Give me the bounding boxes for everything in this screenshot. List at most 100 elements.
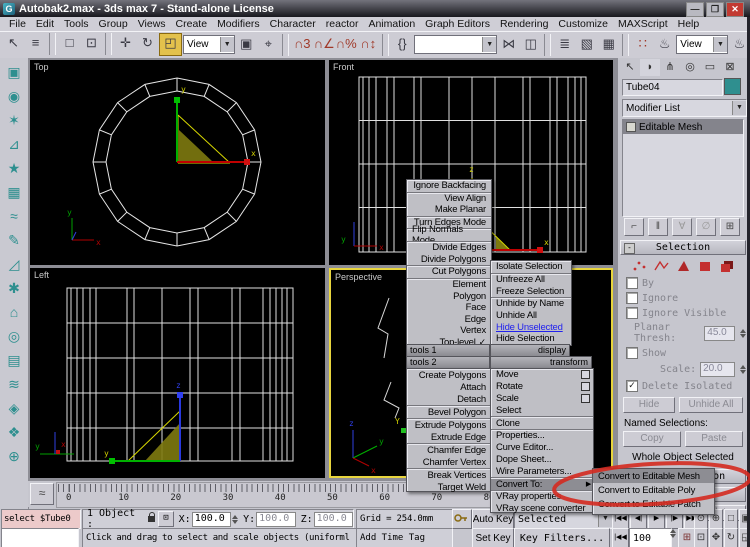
menu-item-group[interactable]: Group — [94, 18, 133, 30]
menu-item-break-vertices[interactable]: Break Vertices — [407, 468, 491, 481]
menu-item-unfreeze-all[interactable]: Unfreeze All — [491, 272, 571, 286]
tool-knot-icon[interactable]: ◈ — [3, 396, 25, 420]
menu-item-chamfer-edge[interactable]: Chamfer Edge — [407, 443, 491, 456]
menu-item-make-planar[interactable]: Make Planar — [407, 204, 491, 216]
restore-button[interactable]: ❐ — [706, 2, 724, 17]
arc-rotate-icon[interactable]: ↻ — [724, 528, 738, 547]
menu-item-properties[interactable]: Properties... — [491, 428, 593, 442]
tab-display-icon[interactable]: ▭ — [700, 59, 720, 76]
spinner-arrows[interactable] — [740, 328, 746, 338]
menu-item-character[interactable]: Character — [265, 18, 321, 30]
menu-item-select[interactable]: Select — [491, 404, 593, 416]
object-name-field[interactable]: Tube04 — [622, 79, 723, 96]
menu-item-convert-to-editable-poly[interactable]: Convert to Editable Poly — [593, 483, 714, 497]
select-scale-icon[interactable]: ◰ — [159, 33, 182, 56]
selection-lock-icon[interactable] — [147, 512, 156, 522]
menu-item-face[interactable]: Face — [407, 302, 491, 314]
pin-stack-icon[interactable]: ⌐ — [624, 218, 644, 236]
menu-item-unhide-by-name[interactable]: Unhide by Name — [491, 297, 571, 310]
ignore-visible-checkbox[interactable] — [626, 307, 638, 319]
tab-hierarchy-icon[interactable]: ⋔ — [660, 59, 680, 76]
modifier-stack[interactable]: Editable Mesh — [622, 119, 744, 217]
menu-item-file[interactable]: File — [4, 18, 31, 30]
schematic-view-icon[interactable]: ▦ — [598, 34, 619, 55]
tool-spray-icon[interactable]: ❖ — [3, 420, 25, 444]
maxscript-listener-line[interactable]: select $Tube0 — [1, 509, 81, 529]
menu-item-divide-edges[interactable]: Divide Edges — [407, 240, 491, 254]
menu-item-vray-properties[interactable]: VRay properties — [491, 489, 593, 503]
tab-motion-icon[interactable]: ◎ — [680, 59, 700, 76]
menu-item-flip-normals-mode[interactable]: Flip Normals Mode — [407, 224, 491, 246]
tool-knife-icon[interactable]: ✎ — [3, 228, 25, 252]
make-unique-icon[interactable]: ∀ — [672, 218, 692, 236]
delete-isolated-checkbox[interactable]: ✓ — [626, 380, 638, 392]
menu-item-ignore-backfacing[interactable]: Ignore Backfacing — [407, 180, 491, 192]
scale-field[interactable]: 20.0 — [700, 362, 735, 377]
mini-curve-editor-button[interactable]: ≈ — [30, 483, 54, 505]
tab-create-icon[interactable]: ↖ — [620, 59, 640, 76]
menu-item-vertex[interactable]: Vertex — [407, 325, 491, 337]
menu-item-edit[interactable]: Edit — [31, 18, 59, 30]
menu-item-maxscript[interactable]: MAXScript — [613, 18, 673, 30]
align-icon[interactable]: ◫ — [520, 34, 541, 55]
y-coordinate-field[interactable]: 100.0 — [256, 511, 296, 527]
object-color-swatch[interactable] — [724, 78, 741, 95]
menu-item-convert-to-editable-mesh[interactable]: Convert to Editable Mesh — [593, 469, 714, 484]
select-object-icon[interactable]: ↖ — [3, 33, 24, 54]
named-selection-dropdown[interactable]: ▼ — [413, 35, 498, 54]
menu-item-divide-polygons[interactable]: Divide Polygons — [407, 254, 491, 266]
spinner-arrows[interactable] — [740, 365, 746, 374]
settings-box-icon[interactable] — [581, 370, 590, 380]
curve-editor-icon[interactable]: ▧ — [576, 34, 597, 55]
menu-item-polygon[interactable]: Polygon — [407, 290, 491, 302]
tool-figure-icon[interactable]: ⊕ — [3, 444, 25, 468]
minimize-button[interactable]: — — [686, 2, 704, 17]
menu-item-rendering[interactable]: Rendering — [495, 18, 553, 30]
face-mode-icon[interactable] — [676, 260, 691, 272]
configure-modifier-sets-icon[interactable]: ⊞ — [720, 218, 740, 236]
tool-waves-icon[interactable]: ≋ — [3, 372, 25, 396]
menu-item-views[interactable]: Views — [133, 18, 171, 30]
tool-checker-icon[interactable]: ▦ — [3, 180, 25, 204]
settings-box-icon[interactable] — [581, 393, 590, 403]
tool-shirt-icon[interactable]: ◉ — [3, 84, 25, 108]
viewport-top-label[interactable]: Top — [34, 62, 49, 72]
menu-item-unhide-all[interactable]: Unhide All — [491, 310, 571, 322]
rect-selection-region-icon[interactable]: □ — [59, 33, 80, 54]
z-coordinate-field[interactable]: 100.0 — [313, 511, 354, 527]
pan-icon[interactable]: ✥ — [709, 528, 723, 547]
snap-toggle-3d-icon[interactable]: ∩3 — [292, 34, 313, 55]
menu-item-move[interactable]: Move — [491, 369, 593, 381]
menu-item-graph-editors[interactable]: Graph Editors — [420, 18, 495, 30]
polygon-mode-icon[interactable] — [698, 260, 713, 272]
menu-item-hide-unselected[interactable]: Hide Unselected — [491, 321, 571, 333]
menu-item-create-polygons[interactable]: Create Polygons — [407, 369, 491, 381]
tool-cubes-icon[interactable]: ▣ — [3, 60, 25, 84]
menu-item-wire-parameters[interactable]: Wire Parameters... — [491, 465, 593, 477]
menu-item-target-weld[interactable]: Target Weld — [407, 481, 491, 493]
pivot-center-icon[interactable]: ▣ — [236, 34, 257, 55]
unhide-all-button[interactable]: Unhide All — [679, 397, 743, 413]
menu-item-bevel-polygon[interactable]: Bevel Polygon — [407, 405, 491, 418]
material-editor-icon[interactable]: ∷ — [632, 34, 653, 55]
tool-spring-icon[interactable]: ≈ — [3, 204, 25, 228]
menu-item-cut-polygons[interactable]: Cut Polygons — [407, 265, 491, 278]
selection-rollout-header[interactable]: - Selection — [620, 240, 746, 255]
render-scene-icon[interactable]: ♨ — [654, 34, 675, 55]
edge-mode-icon[interactable] — [653, 260, 669, 272]
menu-item-dope-sheet[interactable]: Dope Sheet... — [491, 454, 593, 466]
ignore-backfacing-checkbox[interactable] — [626, 292, 638, 304]
menu-item-rotate[interactable]: Rotate — [491, 381, 593, 393]
modifier-list-dropdown[interactable]: Modifier List ▼ — [622, 99, 747, 117]
paste-button[interactable]: Paste — [685, 431, 743, 447]
go-to-start-button[interactable]: |◀◀ — [612, 528, 629, 547]
layer-manager-icon[interactable]: ≣ — [554, 34, 575, 55]
show-end-result-icon[interactable]: ‖ — [648, 218, 668, 236]
region-zoom-icon[interactable]: ⊡ — [694, 528, 708, 547]
viewport-top[interactable]: Top y x y x — [30, 60, 325, 265]
vertex-mode-icon[interactable] — [632, 260, 647, 272]
set-keys-button[interactable] — [452, 509, 472, 529]
hide-button[interactable]: Hide — [623, 397, 675, 413]
select-move-icon[interactable]: ✛ — [115, 33, 136, 54]
planar-thresh-field[interactable]: 45.0 — [704, 325, 735, 341]
